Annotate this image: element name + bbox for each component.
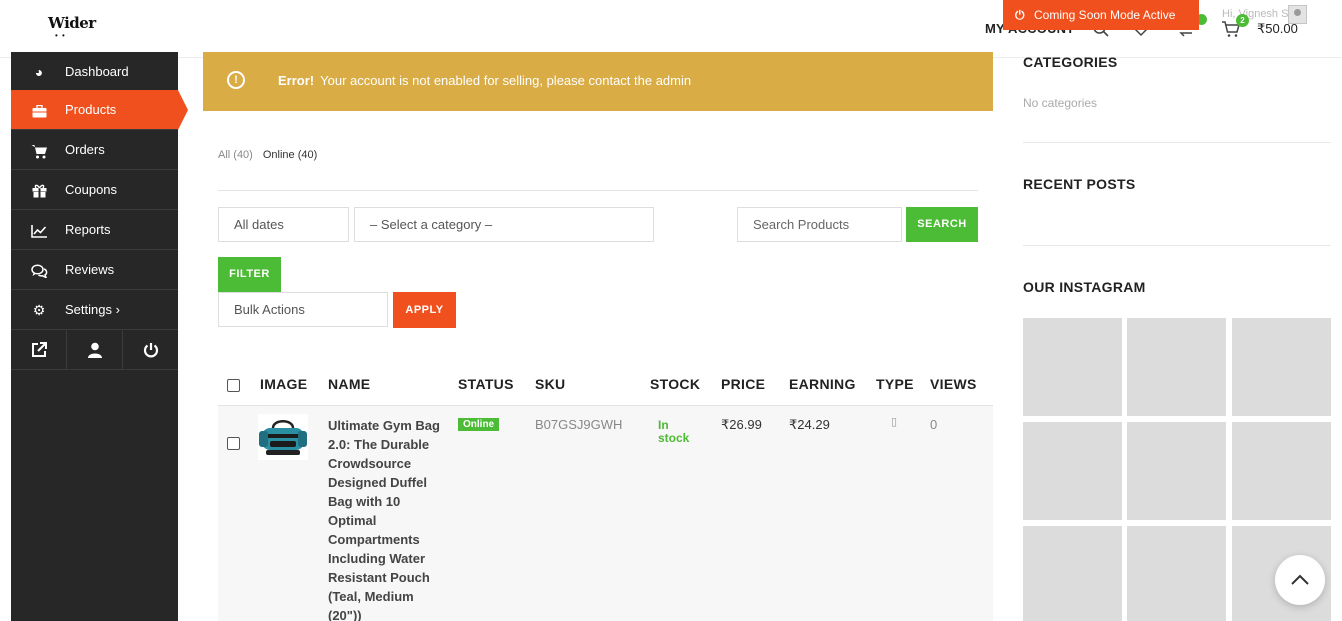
- divider: [1023, 142, 1331, 143]
- instagram-widget-title: OUR INSTAGRAM: [1023, 279, 1146, 295]
- sidebar-item-label: Orders: [65, 142, 105, 157]
- search-button[interactable]: SEARCH: [906, 207, 978, 242]
- coming-soon-label: Coming Soon Mode Active: [1034, 8, 1176, 22]
- logo-text: Wider: [48, 14, 96, 32]
- sidebar-quick-actions: [11, 330, 178, 370]
- instagram-thumbnail[interactable]: [1127, 318, 1226, 416]
- chevron-up-icon: [1291, 574, 1309, 585]
- chart-icon: [30, 210, 48, 250]
- column-header-price: PRICE: [721, 376, 766, 392]
- gift-icon: [30, 170, 48, 210]
- bulk-actions-select[interactable]: Bulk Actions: [218, 292, 388, 327]
- categories-widget-title: CATEGORIES: [1023, 54, 1118, 70]
- sidebar-item-reports[interactable]: Reports: [11, 210, 178, 250]
- product-status-filters: All (40) Online (40): [218, 149, 317, 161]
- column-header-sku: SKU: [535, 376, 566, 392]
- product-thumbnail[interactable]: [258, 414, 308, 460]
- column-header-views: VIEWS: [930, 376, 977, 392]
- filter-button[interactable]: FILTER: [218, 257, 281, 292]
- sidebar-item-label: Coupons: [65, 182, 118, 197]
- column-header-stock: STOCK: [650, 376, 701, 392]
- column-header-status: STATUS: [458, 376, 514, 392]
- filter-online-link[interactable]: Online (40): [263, 149, 317, 161]
- dashboard-sidebar: ◕ Dashboard Products Orders Coupons Repo…: [11, 52, 188, 621]
- sidebar-item-products[interactable]: Products: [11, 90, 188, 130]
- sidebar-item-label: Products: [65, 102, 117, 117]
- products-table-header: IMAGE NAME STATUS SKU STOCK PRICE EARNIN…: [218, 366, 993, 406]
- sidebar-item-label: Settings ›: [65, 302, 120, 317]
- cart-icon: [30, 130, 48, 170]
- column-header-image: IMAGE: [260, 376, 308, 392]
- instagram-thumbnail[interactable]: [1232, 318, 1331, 416]
- sidebar-item-dashboard[interactable]: ◕ Dashboard: [11, 52, 178, 92]
- product-earning: ₹24.29: [789, 417, 830, 432]
- user-greeting[interactable]: Hi, Vignesh S: [1222, 8, 1288, 20]
- instagram-thumbnail[interactable]: [1023, 422, 1122, 520]
- search-products-input[interactable]: Search Products: [737, 207, 902, 242]
- column-header-name: NAME: [328, 376, 371, 392]
- date-filter-select[interactable]: All dates: [218, 207, 349, 242]
- product-sku: B07GSJ9GWH: [535, 417, 623, 432]
- user-icon[interactable]: [67, 330, 122, 370]
- logo-dots: • •: [55, 31, 66, 40]
- product-price: ₹26.99: [721, 417, 762, 432]
- apply-button[interactable]: APPLY: [393, 292, 456, 328]
- stock-status: In stock: [658, 418, 690, 445]
- gear-icon: ⚙: [32, 302, 46, 318]
- sidebar-item-label: Reviews: [65, 262, 115, 277]
- cart-total[interactable]: ₹50.00: [1257, 21, 1298, 37]
- instagram-thumbnail[interactable]: [1023, 318, 1122, 416]
- column-header-earning: EARNING: [789, 376, 856, 392]
- category-filter-select[interactable]: – Select a category –: [354, 207, 654, 242]
- coming-soon-notice[interactable]: ⏻ Coming Soon Mode Active: [1003, 0, 1199, 30]
- instagram-thumbnail[interactable]: [1232, 422, 1331, 520]
- site-logo[interactable]: Wider • •: [46, 14, 106, 40]
- instagram-thumbnail[interactable]: [1023, 526, 1122, 621]
- error-text: Your account is not enabled for selling,…: [320, 73, 692, 88]
- instagram-thumbnail[interactable]: [1127, 422, 1226, 520]
- comments-icon: [30, 250, 48, 290]
- filter-all-link[interactable]: All (40): [218, 149, 253, 161]
- briefcase-icon: [30, 90, 48, 130]
- instagram-thumbnail[interactable]: [1127, 526, 1226, 621]
- divider: [218, 190, 978, 191]
- categories-empty-text: No categories: [1023, 96, 1098, 110]
- back-to-top-button[interactable]: [1275, 555, 1325, 605]
- select-all-checkbox[interactable]: [227, 379, 240, 392]
- dashboard-icon: ◕: [34, 64, 44, 80]
- sidebar-item-settings[interactable]: ⚙ Settings ›: [11, 290, 178, 330]
- alert-icon: !: [227, 71, 245, 89]
- error-message: Error! Your account is not enabled for se…: [278, 73, 691, 88]
- cart-count-badge: 2: [1236, 14, 1249, 27]
- sidebar-item-coupons[interactable]: Coupons: [11, 170, 178, 210]
- product-name-link[interactable]: Ultimate Gym Bag 2.0: The Durable Crowds…: [328, 416, 450, 621]
- column-header-type: TYPE: [876, 376, 914, 392]
- product-type-icon: ▯: [891, 416, 898, 428]
- sidebar-item-orders[interactable]: Orders: [11, 130, 178, 170]
- status-badge: Online: [458, 418, 500, 431]
- external-link-icon[interactable]: [11, 330, 66, 370]
- power-icon[interactable]: [123, 330, 178, 370]
- row-checkbox[interactable]: [227, 437, 240, 450]
- divider: [1023, 245, 1331, 246]
- error-banner: ! Error! Your account is not enabled for …: [203, 52, 993, 111]
- sidebar-item-label: Reports: [65, 222, 111, 237]
- error-title: Error!: [278, 73, 315, 88]
- sidebar-item-reviews[interactable]: Reviews: [11, 250, 178, 290]
- recent-posts-widget-title: RECENT POSTS: [1023, 176, 1136, 192]
- sidebar-item-label: Dashboard: [65, 64, 129, 79]
- coming-soon-icon: ⏻: [1015, 8, 1025, 22]
- table-row: Ultimate Gym Bag 2.0: The Durable Crowds…: [218, 406, 993, 621]
- product-views: 0: [930, 417, 938, 432]
